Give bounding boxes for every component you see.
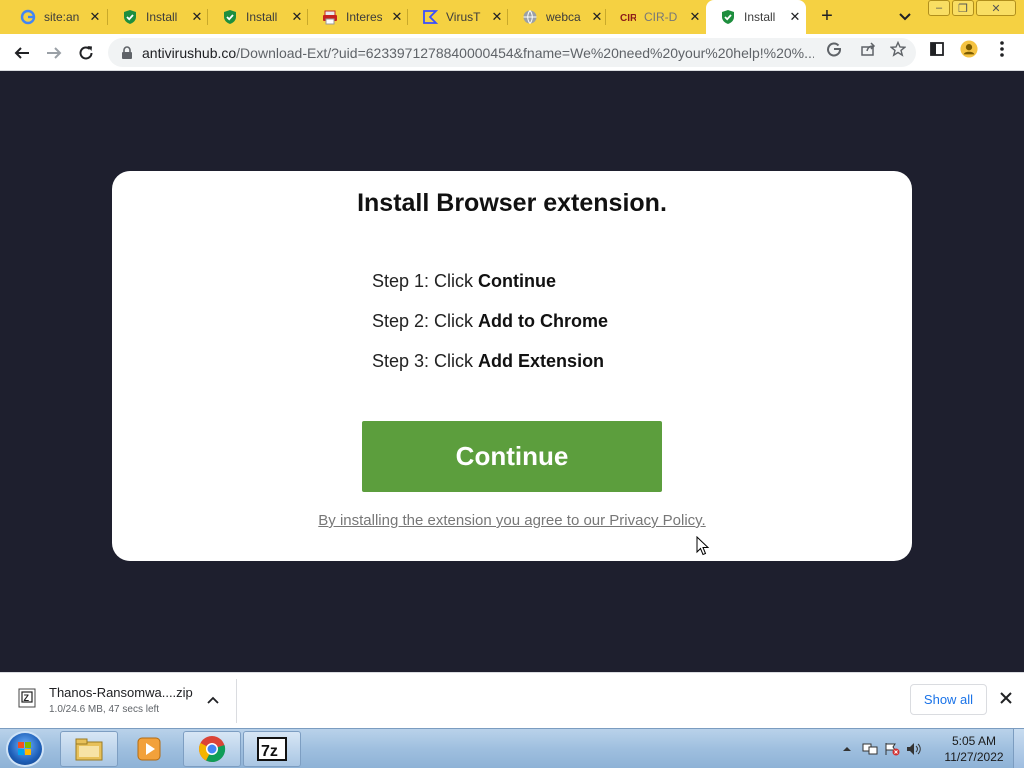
profile-avatar-icon[interactable] <box>960 40 978 58</box>
system-tray <box>840 729 921 768</box>
privacy-policy-link[interactable]: By installing the extension you agree to… <box>112 512 912 529</box>
action-center-flag-icon[interactable] <box>884 742 900 756</box>
network-icon[interactable] <box>862 742 878 756</box>
tab-strip: site:an ✕ Install ✕ Install ✕ Interes ✕ … <box>0 0 1024 34</box>
cir-icon: CIR <box>620 9 636 25</box>
tab-close-icon[interactable]: ✕ <box>590 9 604 25</box>
show-all-button[interactable]: Show all <box>910 684 987 715</box>
zip-archive-icon: Z <box>16 687 38 709</box>
forward-arrow-icon[interactable] <box>42 41 66 65</box>
tab-webcam[interactable]: webca ✕ <box>508 0 606 34</box>
new-tab-plus-icon[interactable]: + <box>815 4 839 28</box>
shield-check-icon <box>720 9 736 25</box>
tab-google-search[interactable]: site:an ✕ <box>6 0 108 34</box>
tab-cir[interactable]: CIR CIR-D ✕ <box>606 0 706 34</box>
7zip-icon[interactable]: 7z <box>243 731 301 767</box>
page-heading: Install Browser extension. <box>357 189 667 217</box>
back-arrow-icon[interactable] <box>10 41 34 65</box>
tab-install-2[interactable]: Install ✕ <box>208 0 308 34</box>
tray-expand-icon[interactable] <box>840 742 854 756</box>
tab-close-icon[interactable]: ✕ <box>490 9 504 25</box>
chrome-icon[interactable] <box>183 731 241 767</box>
download-status: 1.0/24.6 MB, 47 secs left <box>49 704 160 715</box>
browser-toolbar: antivirushub.co/Download-Ext/?uid=623397… <box>0 34 1024 71</box>
step-3: Step 3: Click Add Extension <box>372 351 605 371</box>
shield-check-icon <box>122 9 138 25</box>
tab-install-1[interactable]: Install ✕ <box>108 0 208 34</box>
download-shelf: Z Thanos-Ransomwa....zip 1.0/24.6 MB, 47… <box>0 672 1024 728</box>
clock-time: 5:05 AM <box>951 734 997 748</box>
url-text[interactable]: antivirushub.co/Download-Ext/?uid=623397… <box>142 45 814 61</box>
tab-search-chevron-icon[interactable] <box>895 6 915 26</box>
windows-taskbar: 7z 5:05 AM 11/27/2022 <box>0 728 1024 768</box>
more-menu-icon[interactable] <box>993 40 1011 58</box>
shield-check-icon <box>222 9 238 25</box>
google-lens-icon[interactable] <box>825 40 843 58</box>
svg-text:CIR: CIR <box>620 13 636 24</box>
printer-icon <box>322 9 338 25</box>
close-icon[interactable] <box>997 689 1015 707</box>
tab-close-icon[interactable]: ✕ <box>390 9 404 25</box>
google-icon <box>20 9 36 25</box>
tab-close-icon[interactable]: ✕ <box>190 9 204 25</box>
tab-close-icon[interactable]: ✕ <box>688 9 702 25</box>
window-controls: – ❐ ✕ <box>928 0 1016 16</box>
window-close-icon[interactable]: ✕ <box>976 0 1016 16</box>
minimize-icon[interactable]: – <box>928 0 950 16</box>
file-explorer-icon[interactable] <box>60 731 118 767</box>
reload-icon[interactable] <box>74 41 98 65</box>
side-panel-icon[interactable] <box>928 40 946 58</box>
system-clock[interactable]: 5:05 AM 11/27/2022 <box>940 733 1008 765</box>
media-player-icon[interactable] <box>120 731 178 767</box>
lock-icon[interactable] <box>120 45 134 60</box>
tab-close-icon[interactable]: ✕ <box>290 9 304 25</box>
install-card: Install Browser extension. Step 1: Click… <box>112 171 912 561</box>
step-2: Step 2: Click Add to Chrome <box>372 311 609 331</box>
show-desktop-button[interactable] <box>1013 729 1024 768</box>
shelf-divider <box>236 679 237 723</box>
page-content: Install Browser extension. Step 1: Click… <box>0 71 1024 672</box>
step-1: Step 1: Click Continue <box>372 271 557 291</box>
svg-text:Z: Z <box>24 693 30 703</box>
chevron-up-icon[interactable] <box>204 691 222 709</box>
virustotal-icon <box>422 9 438 25</box>
svg-text:7z: 7z <box>261 743 278 760</box>
tab-close-icon[interactable]: ✕ <box>788 9 802 25</box>
globe-icon <box>522 9 538 25</box>
volume-icon[interactable] <box>906 742 921 756</box>
tab-virustotal[interactable]: VirusT ✕ <box>408 0 508 34</box>
bookmark-star-icon[interactable] <box>889 40 907 58</box>
download-file-name: Thanos-Ransomwa....zip <box>49 685 193 700</box>
address-bar[interactable]: antivirushub.co/Download-Ext/?uid=623397… <box>108 38 916 67</box>
download-item[interactable]: Z Thanos-Ransomwa....zip 1.0/24.6 MB, 47… <box>14 683 236 721</box>
clock-date: 11/27/2022 <box>944 750 1004 764</box>
mouse-cursor-icon <box>696 535 710 556</box>
restore-icon[interactable]: ❐ <box>952 0 974 16</box>
continue-button[interactable]: Continue <box>362 421 662 492</box>
windows-start-icon[interactable] <box>6 731 44 767</box>
share-icon[interactable] <box>859 40 877 58</box>
steps-list: Step 1: Click Continue Step 2: Click Add… <box>372 269 608 389</box>
tab-install-active[interactable]: Install ✕ <box>706 0 806 34</box>
tab-close-icon[interactable]: ✕ <box>88 9 102 25</box>
tab-interesting[interactable]: Interes ✕ <box>308 0 408 34</box>
